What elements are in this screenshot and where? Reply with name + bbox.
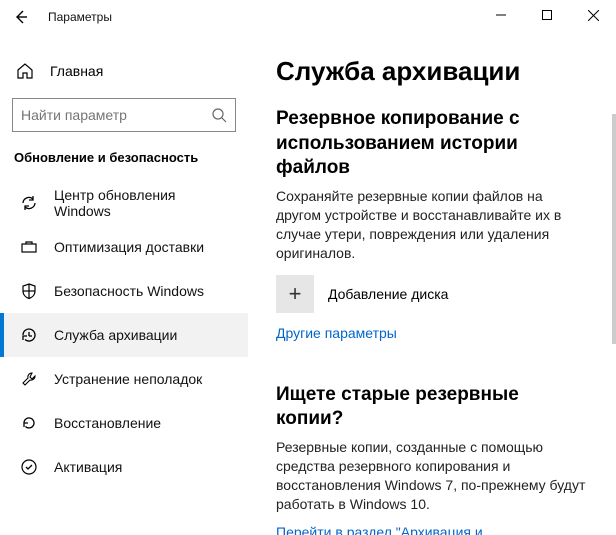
add-drive-button[interactable]: + Добавление диска bbox=[276, 275, 588, 313]
search-icon bbox=[211, 107, 227, 123]
sidebar-item-label: Служба архивации bbox=[54, 327, 177, 343]
home-icon bbox=[16, 62, 34, 80]
search-box[interactable] bbox=[12, 98, 236, 132]
delivery-icon bbox=[20, 238, 38, 256]
activation-icon bbox=[20, 458, 38, 476]
backup-icon bbox=[20, 326, 38, 344]
recovery-icon bbox=[20, 414, 38, 432]
sidebar-item-backup[interactable]: Служба архивации bbox=[0, 313, 248, 357]
sidebar-item-delivery-optimization[interactable]: Оптимизация доставки bbox=[0, 225, 248, 269]
sidebar-item-label: Восстановление bbox=[54, 415, 161, 431]
shield-icon bbox=[20, 282, 38, 300]
sidebar-item-label: Устранение неполадок bbox=[54, 371, 202, 387]
sidebar-item-troubleshoot[interactable]: Устранение неполадок bbox=[0, 357, 248, 401]
maximize-button[interactable] bbox=[524, 0, 570, 30]
sidebar-item-label: Безопасность Windows bbox=[54, 283, 204, 299]
old-backup-heading: Ищете старые резервные копии? bbox=[276, 383, 588, 432]
add-drive-label: Добавление диска bbox=[328, 286, 448, 302]
more-options-link[interactable]: Другие параметры bbox=[276, 325, 397, 341]
file-history-description: Сохраняйте резервные копии файлов на дру… bbox=[276, 187, 588, 263]
plus-icon: + bbox=[276, 275, 314, 313]
sidebar-home-label: Главная bbox=[50, 63, 103, 79]
sidebar-item-recovery[interactable]: Восстановление bbox=[0, 401, 248, 445]
close-button[interactable] bbox=[570, 0, 616, 30]
file-history-heading: Резервное копирование с использованием и… bbox=[276, 107, 588, 181]
sidebar-item-windows-security[interactable]: Безопасность Windows bbox=[0, 269, 248, 313]
sidebar-item-label: Оптимизация доставки bbox=[54, 239, 204, 255]
titlebar: Параметры bbox=[0, 0, 616, 34]
sidebar-item-windows-update[interactable]: Центр обновления Windows bbox=[0, 181, 248, 225]
search-input[interactable] bbox=[21, 107, 211, 123]
legacy-backup-link[interactable]: Перейти в раздел "Архивация и восстановл… bbox=[276, 524, 588, 535]
old-backup-description: Резервные копии, созданные с помощью сре… bbox=[276, 438, 588, 514]
sidebar-home[interactable]: Главная bbox=[0, 54, 248, 88]
sidebar: Главная Обновление и безопасность Центр … bbox=[0, 34, 248, 535]
wrench-icon bbox=[20, 370, 38, 388]
sidebar-item-label: Активация bbox=[54, 459, 122, 475]
sidebar-item-activation[interactable]: Активация bbox=[0, 445, 248, 489]
minimize-button[interactable] bbox=[478, 0, 524, 30]
scrollbar[interactable] bbox=[612, 114, 616, 344]
app-title: Параметры bbox=[48, 10, 112, 24]
sidebar-item-label: Центр обновления Windows bbox=[54, 187, 232, 219]
sidebar-section-label: Обновление и безопасность bbox=[0, 146, 248, 181]
page-title: Служба архивации bbox=[276, 56, 588, 87]
back-button[interactable] bbox=[12, 8, 30, 26]
sync-icon bbox=[20, 194, 38, 212]
content-area: Служба архивации Резервное копирование с… bbox=[248, 34, 616, 535]
